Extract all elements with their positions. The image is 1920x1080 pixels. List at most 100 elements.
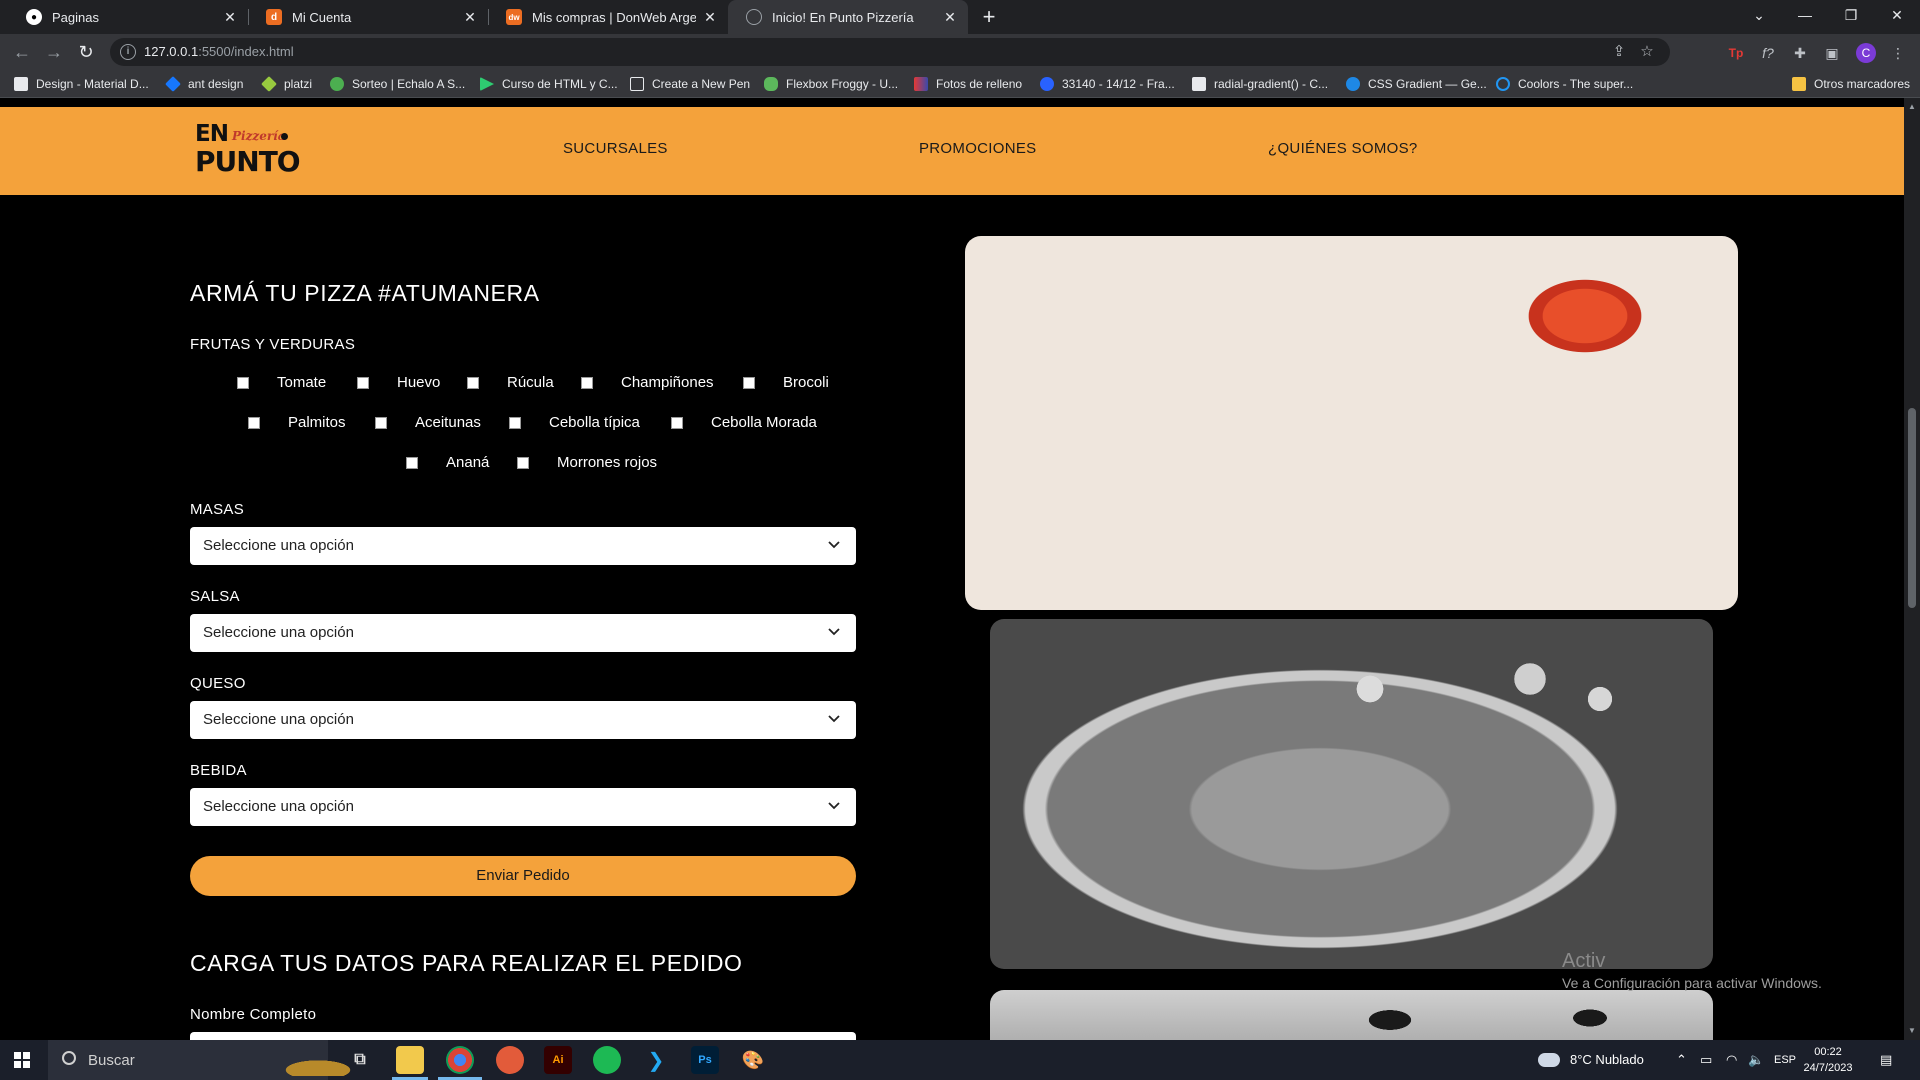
checkbox[interactable] <box>509 416 521 429</box>
other-bookmarks[interactable]: Otros marcadores <box>1792 75 1910 93</box>
nav-link-quienes-somos[interactable]: ¿QUIÉNES SOMOS? <box>1268 140 1418 157</box>
url-text[interactable]: 127.0.0.1:5500/index.html <box>144 44 294 59</box>
git-client-icon[interactable] <box>496 1046 524 1074</box>
browser-tab[interactable]: d Mi Cuenta ✕ <box>248 0 488 34</box>
volume-icon[interactable]: 🔈 <box>1748 1040 1764 1080</box>
nav-link-sucursales[interactable]: SUCURSALES <box>563 140 668 157</box>
topping-checkbox[interactable]: Tomate <box>237 374 326 391</box>
checkbox[interactable] <box>375 416 387 429</box>
windows-start-icon[interactable] <box>14 1052 30 1068</box>
taskbar-search[interactable]: Buscar <box>48 1040 368 1080</box>
scroll-down-icon[interactable]: ▼ <box>1908 1026 1916 1035</box>
bebida-select[interactable]: Seleccione una opción <box>190 788 856 826</box>
donweb-dw-icon: dw <box>506 9 522 25</box>
salsa-select[interactable]: Seleccione una opción <box>190 614 856 652</box>
scroll-up-icon[interactable]: ▲ <box>1908 102 1916 111</box>
close-tab-icon[interactable]: ✕ <box>942 9 958 26</box>
bookmark-item[interactable]: Curso de HTML y C... <box>480 75 618 93</box>
topping-checkbox[interactable]: Ananá <box>406 454 489 471</box>
new-tab-button[interactable]: + <box>976 4 1002 30</box>
side-panel-icon[interactable]: ▣ <box>1822 43 1842 63</box>
checkbox[interactable] <box>248 416 260 429</box>
bookmark-star-icon[interactable]: ☆ <box>1638 43 1656 61</box>
close-tab-icon[interactable]: ✕ <box>702 9 718 26</box>
bookmark-item[interactable]: Sorteo | Echalo A S... <box>330 75 465 93</box>
extensions-puzzle-icon[interactable]: ✚ <box>1790 43 1810 63</box>
bookmark-item[interactable]: ant design <box>165 75 243 93</box>
reload-button[interactable]: ↻ <box>74 40 98 64</box>
checkbox[interactable] <box>357 376 369 389</box>
scrollbar-thumb[interactable] <box>1908 408 1916 608</box>
restore-button[interactable]: ❐ <box>1828 0 1874 34</box>
checkbox[interactable] <box>581 376 593 389</box>
tab-title: Mi Cuenta <box>292 9 352 25</box>
share-icon[interactable]: ⇪ <box>1610 43 1628 61</box>
weather-widget[interactable]: 8°C Nublado <box>1538 1040 1644 1080</box>
nav-link-promociones[interactable]: PROMOCIONES <box>919 140 1036 157</box>
illustrator-icon[interactable]: Ai <box>544 1046 572 1074</box>
topping-checkbox[interactable]: Champiñones <box>581 374 714 391</box>
send-order-button[interactable]: Enviar Pedido <box>190 856 856 896</box>
close-tab-icon[interactable]: ✕ <box>462 9 478 26</box>
extension-tp-icon[interactable]: Tp <box>1726 43 1746 63</box>
topping-checkbox[interactable]: Rúcula <box>467 374 554 391</box>
bookmark-item[interactable]: Coolors - The super... <box>1496 75 1633 93</box>
topping-checkbox[interactable]: Cebolla típica <box>509 414 640 431</box>
spotify-icon[interactable] <box>593 1046 621 1074</box>
profile-avatar[interactable]: C <box>1856 43 1876 63</box>
bookmark-item[interactable]: Flexbox Froggy - U... <box>764 75 898 93</box>
file-explorer-icon[interactable] <box>396 1046 424 1074</box>
checkbox[interactable] <box>406 456 418 469</box>
browser-tab[interactable]: dw Mis compras | DonWeb Argentina ✕ <box>488 0 728 34</box>
address-bar[interactable]: i 127.0.0.1:5500/index.html ⇪ ☆ <box>110 38 1670 66</box>
extension-font-icon[interactable]: f? <box>1758 43 1778 63</box>
close-tab-icon[interactable]: ✕ <box>222 9 238 26</box>
task-view-icon[interactable]: ⧉ <box>346 1046 374 1074</box>
site-logo[interactable]: EN Pizzería PUNTO <box>195 121 301 183</box>
checkbox[interactable] <box>467 376 479 389</box>
checkbox[interactable] <box>517 456 529 469</box>
checkbox[interactable] <box>743 376 755 389</box>
photoshop-icon[interactable]: Ps <box>691 1046 719 1074</box>
codepen-icon <box>630 77 644 91</box>
pizza-pepperoni-image <box>965 236 1738 610</box>
wifi-icon[interactable]: ◠ <box>1726 1040 1737 1080</box>
masas-select[interactable]: Seleccione una opción <box>190 527 856 565</box>
forward-button[interactable]: → <box>42 40 66 64</box>
device-icon[interactable]: ▭ <box>1700 1040 1712 1080</box>
bookmark-item[interactable]: 33140 - 14/12 - Fra... <box>1040 75 1175 93</box>
back-button[interactable]: ← <box>10 40 34 64</box>
taskbar-clock[interactable]: 00:22 24/7/2023 <box>1800 1044 1856 1076</box>
topping-checkbox[interactable]: Morrones rojos <box>517 454 657 471</box>
topping-checkbox[interactable]: Brocoli <box>743 374 829 391</box>
full-name-input[interactable] <box>190 1032 856 1040</box>
tab-search-icon[interactable]: ⌄ <box>1736 0 1782 34</box>
browser-tab-active[interactable]: Inicio! En Punto Pizzería ✕ <box>728 0 968 34</box>
bookmark-item[interactable]: radial-gradient() - C... <box>1192 75 1328 93</box>
topping-checkbox[interactable]: Palmitos <box>248 414 346 431</box>
show-hidden-icons[interactable]: ⌃ <box>1676 1040 1687 1080</box>
bookmark-item[interactable]: platzi <box>261 75 312 93</box>
site-info-icon[interactable]: i <box>120 44 136 60</box>
notifications-icon[interactable]: ▤ <box>1880 1040 1892 1080</box>
chrome-icon[interactable] <box>446 1046 474 1074</box>
topping-checkbox[interactable]: Aceitunas <box>375 414 481 431</box>
bookmark-item[interactable]: CSS Gradient — Ge... <box>1346 75 1487 93</box>
vscode-icon[interactable]: ❯ <box>642 1046 670 1074</box>
topping-checkbox[interactable]: Cebolla Morada <box>671 414 817 431</box>
browser-tab[interactable]: ● Paginas ✕ <box>8 0 248 34</box>
checkbox[interactable] <box>671 416 683 429</box>
menu-kebab-icon[interactable]: ⋮ <box>1888 43 1908 63</box>
bookmark-item[interactable]: Design - Material D... <box>14 75 149 93</box>
bookmark-item[interactable]: Fotos de relleno <box>914 75 1022 93</box>
close-window-button[interactable]: ✕ <box>1874 0 1920 34</box>
checkbox[interactable] <box>237 376 249 389</box>
logo-en: EN <box>195 121 229 147</box>
language-indicator[interactable]: ESP <box>1774 1040 1796 1080</box>
bookmark-item[interactable]: Create a New Pen <box>630 75 750 93</box>
minimize-button[interactable]: — <box>1782 0 1828 34</box>
topping-checkbox[interactable]: Huevo <box>357 374 440 391</box>
paint-icon[interactable]: 🎨 <box>739 1046 767 1074</box>
queso-select[interactable]: Seleccione una opción <box>190 701 856 739</box>
page-scrollbar[interactable]: ▲ ▼ <box>1904 98 1920 1040</box>
